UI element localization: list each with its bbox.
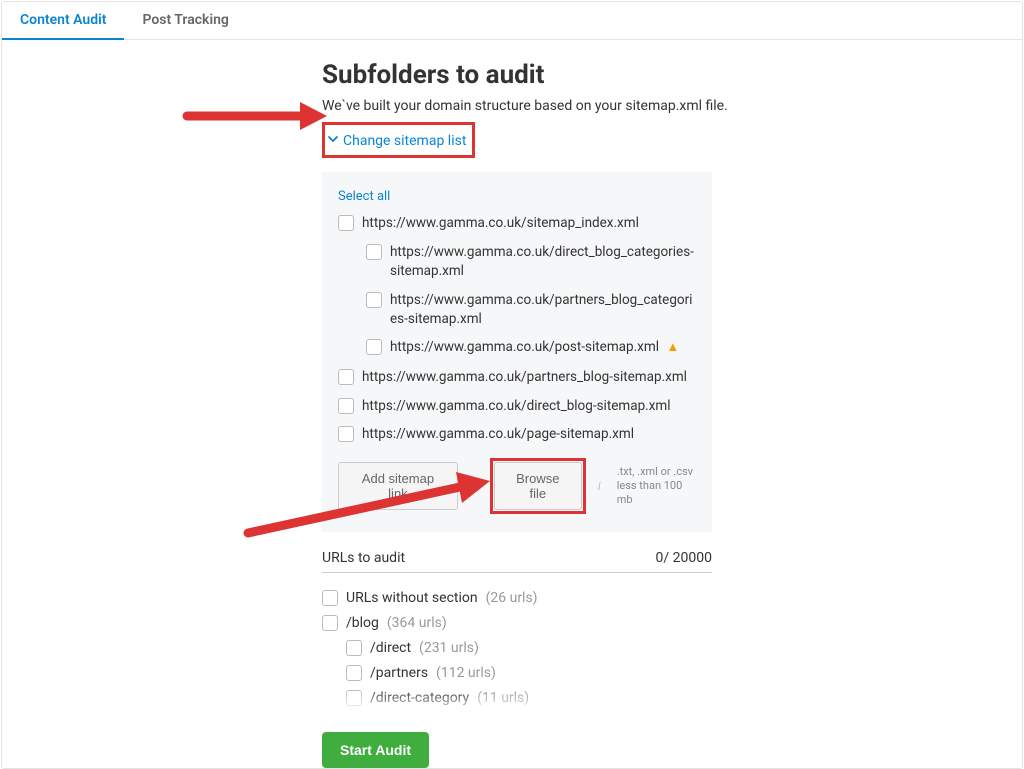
folder-count: (112 urls) — [436, 665, 496, 681]
change-sitemap-label: Change sitemap list — [343, 133, 466, 149]
page-title: Subfolders to audit — [322, 60, 1022, 90]
folder-count: (26 urls) — [486, 590, 538, 606]
folder-name: /partners — [370, 665, 428, 681]
highlight-browse-file: Browse file — [490, 458, 586, 514]
urls-to-audit-header: URLs to audit 0/ 20000 — [322, 550, 712, 573]
or-label: or — [468, 479, 480, 494]
sitemap-item: https://www.gamma.co.uk/post-sitemap.xml… — [366, 338, 696, 357]
folder-row: /blog (364 urls) — [322, 614, 712, 631]
sitemap-url: https://www.gamma.co.uk/direct_blog-site… — [362, 397, 671, 416]
sitemap-actions: Add sitemap link or Browse file i .txt, … — [338, 458, 696, 514]
sitemap-url: https://www.gamma.co.uk/page-sitemap.xml — [362, 425, 634, 444]
start-audit-button[interactable]: Start Audit — [322, 732, 429, 768]
folder-row: /direct-category (11 urls) — [346, 689, 712, 706]
warning-icon: ▲ — [666, 340, 679, 355]
sitemap-url: https://www.gamma.co.uk/post-sitemap.xml… — [390, 338, 679, 357]
sitemap-list: https://www.gamma.co.uk/sitemap_index.xm… — [338, 214, 696, 444]
sitemap-url: https://www.gamma.co.uk/partners_blog-si… — [362, 368, 687, 387]
folder-checkbox[interactable] — [346, 665, 362, 681]
folder-row: URLs without section (26 urls) — [322, 589, 712, 606]
folder-count: (11 urls) — [477, 690, 529, 706]
file-hint: .txt, .xml or .csv less than 100 mb — [617, 465, 696, 508]
folder-count: (231 urls) — [419, 640, 479, 656]
page-description: We`ve built your domain structure based … — [322, 98, 1022, 114]
sitemap-checkbox[interactable] — [338, 398, 354, 414]
tab-post-tracking[interactable]: Post Tracking — [124, 2, 246, 39]
sitemap-url: https://www.gamma.co.uk/direct_blog_cate… — [390, 243, 696, 281]
sitemap-checkbox[interactable] — [366, 292, 382, 308]
folder-row: /partners (112 urls) — [346, 664, 712, 681]
folder-list: URLs without section (26 urls) /blog (36… — [322, 589, 712, 706]
sitemap-checkbox[interactable] — [366, 339, 382, 355]
info-icon: i — [598, 479, 601, 493]
sitemap-url: https://www.gamma.co.uk/sitemap_index.xm… — [362, 214, 639, 233]
urls-label: URLs to audit — [322, 550, 405, 566]
sitemap-checkbox[interactable] — [338, 369, 354, 385]
sitemap-item: https://www.gamma.co.uk/sitemap_index.xm… — [338, 214, 696, 233]
folder-name: /direct-category — [370, 690, 469, 706]
folder-checkbox[interactable] — [346, 640, 362, 656]
change-sitemap-toggle[interactable]: Change sitemap list — [327, 129, 466, 153]
folder-count: (364 urls) — [387, 615, 447, 631]
sitemap-item: https://www.gamma.co.uk/direct_blog-site… — [338, 397, 696, 416]
sitemap-url: https://www.gamma.co.uk/partners_blog_ca… — [390, 291, 696, 329]
folder-checkbox[interactable] — [346, 690, 362, 706]
sitemap-item: https://www.gamma.co.uk/partners_blog-si… — [338, 368, 696, 387]
tabs-bar: Content Audit Post Tracking — [2, 2, 1022, 40]
sitemap-item: https://www.gamma.co.uk/direct_blog_cate… — [366, 243, 696, 281]
folder-checkbox[interactable] — [322, 615, 338, 631]
urls-count: 0/ 20000 — [656, 550, 712, 566]
folder-checkbox[interactable] — [322, 590, 338, 606]
folder-name: /blog — [346, 615, 379, 631]
sitemap-panel: Select all https://www.gamma.co.uk/sitem… — [322, 172, 712, 532]
sitemap-item: https://www.gamma.co.uk/partners_blog_ca… — [366, 291, 696, 329]
highlight-change-sitemap: Change sitemap list — [322, 122, 475, 158]
annotation-arrow — [182, 96, 327, 136]
folder-name: URLs without section — [346, 590, 478, 606]
sitemap-checkbox[interactable] — [338, 215, 354, 231]
folder-name: /direct — [370, 640, 411, 656]
add-sitemap-link-button[interactable]: Add sitemap link — [338, 462, 458, 510]
chevron-down-icon — [327, 133, 339, 149]
tab-content-audit[interactable]: Content Audit — [2, 2, 124, 40]
main-content: Subfolders to audit We`ve built your dom… — [322, 40, 1022, 768]
sitemap-checkbox[interactable] — [338, 426, 354, 442]
browse-file-button[interactable]: Browse file — [494, 462, 582, 510]
sitemap-item: https://www.gamma.co.uk/page-sitemap.xml — [338, 425, 696, 444]
select-all-link[interactable]: Select all — [338, 189, 390, 204]
folder-row: /direct (231 urls) — [346, 639, 712, 656]
sitemap-checkbox[interactable] — [366, 244, 382, 260]
